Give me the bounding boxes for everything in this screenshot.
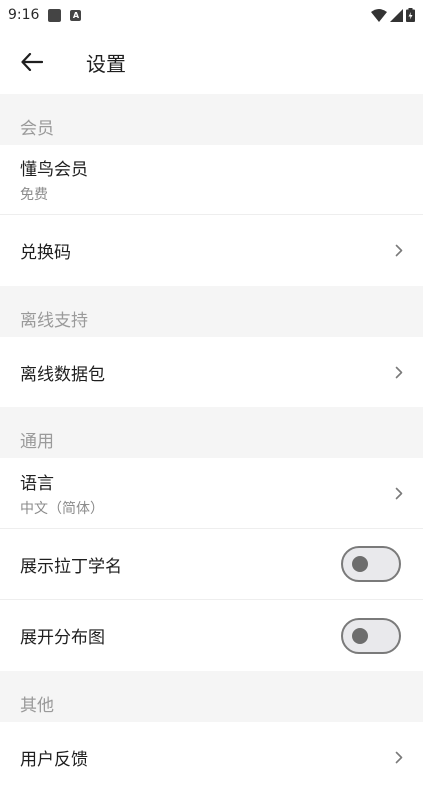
latin-names-row: 展示拉丁学名 [0,529,423,600]
offline-packages-row[interactable]: 离线数据包 [0,337,423,407]
section-header-membership: 会员 [0,94,423,145]
language-label: 语言 [20,473,54,494]
latin-names-texts: 展示拉丁学名 [20,552,341,577]
member-texts: 懂鸟会员 免费 [20,155,403,204]
distribution-map-texts: 展开分布图 [20,623,341,648]
distribution-map-toggle[interactable] [341,617,401,654]
status-time: 9:16 [8,7,40,23]
chevron-right-icon [387,487,403,500]
signal-icon [390,8,403,22]
feedback-row[interactable]: 用户反馈 [0,722,423,792]
redeem-code-label: 兑换码 [20,243,71,263]
wifi-icon [371,8,387,22]
status-icons [371,8,415,22]
status-bar: 9:16 A [0,0,423,30]
toggle-knob [352,556,368,572]
section-header-offline: 离线支持 [0,286,423,337]
section-header-general: 通用 [0,407,423,458]
latin-names-label: 展示拉丁学名 [20,556,122,577]
feedback-texts: 用户反馈 [20,745,387,770]
offline-packages-label: 离线数据包 [20,364,105,385]
feedback-label: 用户反馈 [20,749,88,770]
member-row[interactable]: 懂鸟会员 免费 [0,145,423,215]
chevron-right-icon [387,244,403,257]
settings-list: 会员 懂鸟会员 免费 兑换码 离线支持 离线数据包 通用 语言 中文（简体） 展… [0,94,423,792]
notification-icon [48,8,62,22]
battery-icon [406,8,415,22]
chevron-right-icon [387,751,403,764]
app-bar: 设置 [0,30,423,94]
chevron-right-icon [387,366,403,379]
arrow-left-icon [21,53,43,71]
distribution-map-label: 展开分布图 [20,628,105,648]
offline-texts: 离线数据包 [20,360,387,385]
section-header-other: 其他 [0,671,423,722]
latin-names-toggle[interactable] [341,546,401,582]
back-button[interactable] [0,30,64,94]
redeem-texts: 兑换码 [20,238,387,263]
toggle-knob [352,627,368,644]
member-status: 免费 [20,187,48,203]
distribution-map-row: 展开分布图 [0,600,423,671]
language-row[interactable]: 语言 中文（简体） [0,458,423,529]
language-texts: 语言 中文（简体） [20,469,387,518]
member-title: 懂鸟会员 [20,160,88,180]
accessibility-icon: A [70,9,82,21]
redeem-code-row[interactable]: 兑换码 [0,215,423,286]
language-value: 中文（简体） [20,500,104,517]
page-title: 设置 [86,51,126,76]
